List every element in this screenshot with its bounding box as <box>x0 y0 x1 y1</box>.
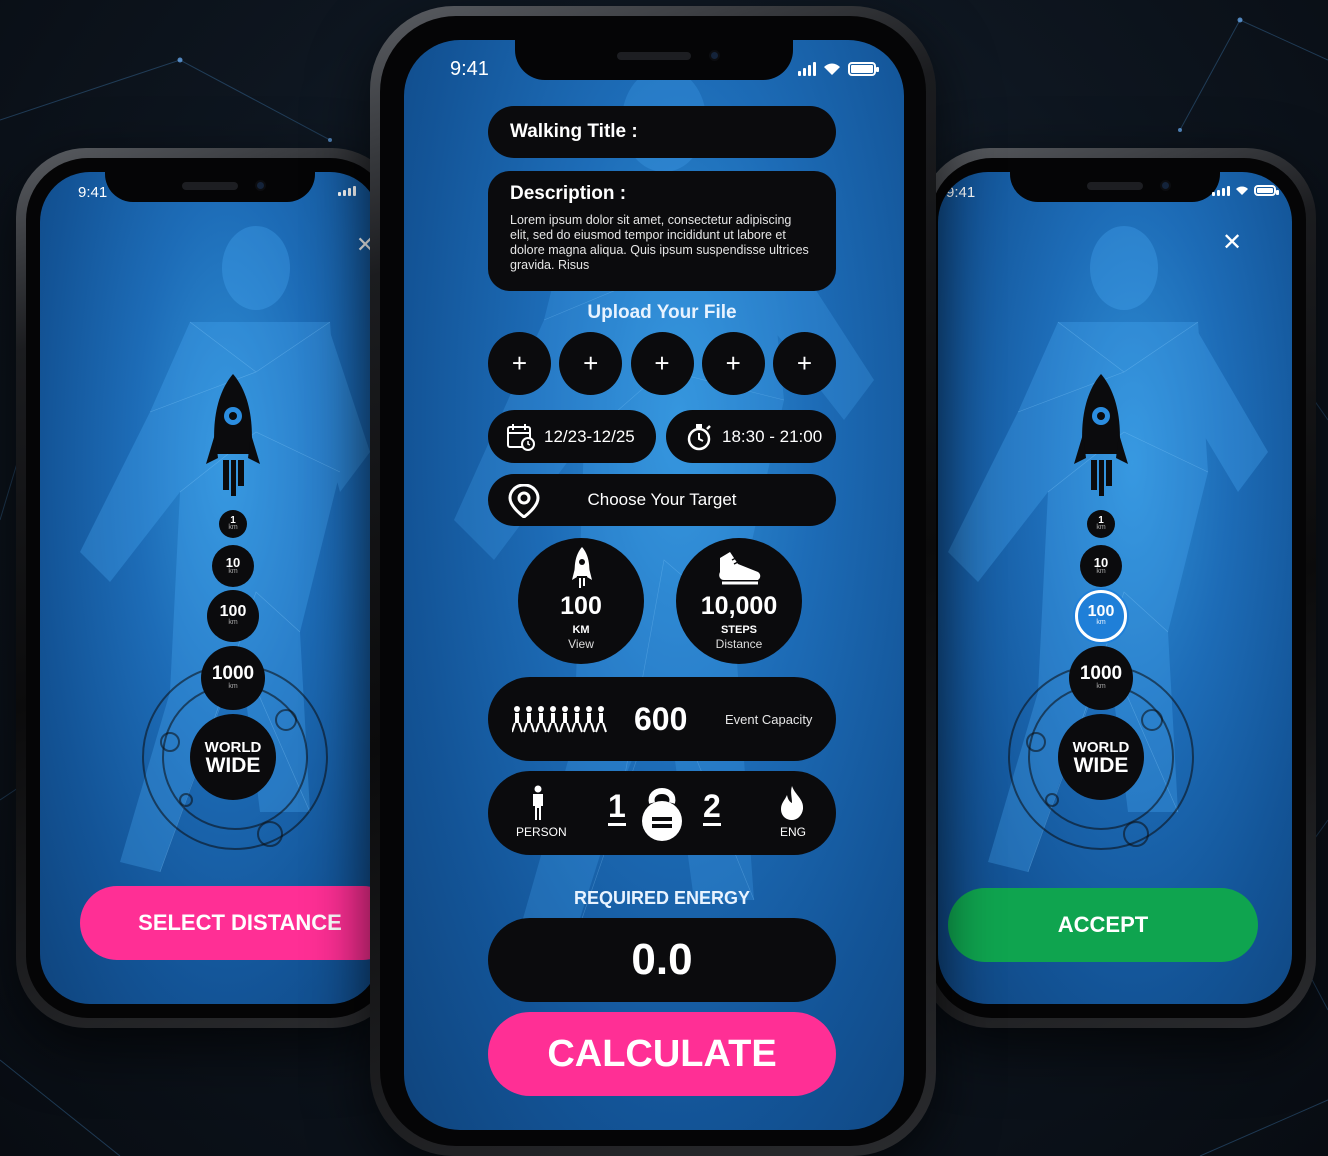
notch <box>1010 172 1220 202</box>
walking-title-field[interactable]: Walking Title : <box>488 106 836 158</box>
status-time: 9:41 <box>450 58 489 80</box>
battery-icon <box>848 62 879 76</box>
steps-stat-caption: Distance <box>715 637 763 651</box>
rocket-icon <box>572 547 592 588</box>
wide-label: WIDE <box>205 754 261 777</box>
rocket-icon <box>206 374 260 496</box>
distance-unit: km <box>228 568 238 575</box>
center-phone: 9:41 Walking Title : Description : Lorem… <box>370 6 936 1156</box>
signal-icon <box>1212 185 1230 196</box>
distance-10km[interactable]: 10 km <box>212 545 254 587</box>
distance-unit: km <box>1096 524 1106 531</box>
choose-target-field[interactable]: Choose Your Target <box>488 474 836 526</box>
center-screen: 9:41 Walking Title : Description : Lorem… <box>404 40 904 1130</box>
left-phone: 9:41 ✕ 1 km 10 km 100 km 1000 km WORLD W… <box>16 148 402 1028</box>
level-left-number[interactable]: 1 <box>608 789 626 826</box>
distance-stat-value: 100 <box>560 592 602 620</box>
kettlebell-icon <box>642 788 682 841</box>
accept-button[interactable]: ACCEPT <box>948 888 1258 962</box>
distance-100km-selected[interactable]: 100 km <box>1075 590 1127 642</box>
sneaker-icon <box>719 552 761 585</box>
level-right-number[interactable]: 2 <box>703 789 721 826</box>
distance-1km[interactable]: 1 km <box>1087 510 1115 538</box>
distance-unit: km <box>1096 619 1106 626</box>
notch <box>105 172 315 202</box>
person-icon <box>533 785 543 820</box>
capacity-value: 600 <box>634 701 688 737</box>
distance-100km[interactable]: 100 km <box>207 590 259 642</box>
notch <box>515 40 793 80</box>
status-icons <box>338 186 356 196</box>
calculate-button[interactable]: CALCULATE <box>488 1012 836 1096</box>
battery-icon <box>1254 185 1279 196</box>
steps-stat-unit: STEPS <box>720 624 758 636</box>
level-selector[interactable]: PERSON 1 2 ENG <box>488 771 836 855</box>
status-time: 9:41 <box>946 184 976 201</box>
description-label: Description : <box>510 183 627 204</box>
person-label: PERSON <box>516 825 567 839</box>
upload-slot-2[interactable]: + <box>559 332 623 395</box>
world-wide-option[interactable]: WORLD WIDE <box>190 714 276 800</box>
runner-figure <box>948 226 1268 873</box>
right-screen: 9:41 ✕ 1 km 10 km 100 km 1000 km WORLD W… <box>938 172 1292 1004</box>
wifi-icon <box>1236 186 1248 195</box>
target-label: Choose Your Target <box>587 490 737 509</box>
distance-1000km[interactable]: 1000 km <box>1069 646 1133 710</box>
upload-slot-5[interactable]: + <box>773 332 836 395</box>
distance-stat[interactable]: 100 KM View <box>518 538 644 664</box>
signal-icon <box>798 62 816 76</box>
upload-title: Upload Your File <box>587 302 737 323</box>
date-range-value: 12/23-12/25 <box>544 426 635 446</box>
runner-figure <box>80 226 370 873</box>
rocket-icon <box>1074 374 1128 496</box>
date-range-picker[interactable]: 12/23-12/25 <box>488 410 656 463</box>
left-screen: 9:41 ✕ 1 km 10 km 100 km 1000 km WORLD W… <box>40 172 380 1004</box>
world-wide-option[interactable]: WORLD WIDE <box>1058 714 1144 800</box>
distance-1000km[interactable]: 1000 km <box>201 646 265 710</box>
distance-unit: km <box>228 683 238 690</box>
energy-value-display: 0.0 <box>488 918 836 1002</box>
energy-level-label: ENG <box>780 825 807 839</box>
description-field[interactable]: Description : Lorem ipsum dolor sit amet… <box>488 171 836 291</box>
select-distance-button[interactable]: SELECT DISTANCE <box>80 886 380 960</box>
distance-stat-unit: KM <box>572 624 590 636</box>
stopwatch-icon <box>687 423 711 450</box>
upload-slot-3[interactable]: + <box>630 332 694 395</box>
time-range-picker[interactable]: 18:30 - 21:00 <box>666 410 836 463</box>
flame-icon <box>781 786 804 820</box>
event-capacity-field[interactable]: 600 Event Capacity <box>488 677 836 761</box>
required-energy-label: REQUIRED ENERGY <box>573 888 751 908</box>
status-time: 9:41 <box>78 184 108 201</box>
crowd-icon <box>512 706 607 733</box>
status-icons <box>1212 185 1279 196</box>
distance-1km[interactable]: 1 km <box>219 510 247 538</box>
steps-stat[interactable]: 10,000 STEPS Distance <box>676 538 802 664</box>
wide-label: WIDE <box>1073 754 1129 777</box>
distance-value: 1000 <box>211 663 255 684</box>
time-range-value: 18:30 - 21:00 <box>722 426 823 446</box>
distance-unit: km <box>228 619 238 626</box>
upload-slot-4[interactable]: + <box>701 332 765 395</box>
distance-unit: km <box>228 524 238 531</box>
right-phone: 9:41 ✕ 1 km 10 km 100 km 1000 km WORLD W… <box>920 148 1316 1028</box>
wifi-icon <box>824 63 840 75</box>
energy-value: 0.0 <box>631 935 693 984</box>
steps-stat-value: 10,000 <box>700 592 778 620</box>
upload-slot-1[interactable]: + <box>488 332 551 395</box>
signal-icon <box>338 186 356 196</box>
status-icons <box>798 62 879 76</box>
close-icon[interactable]: ✕ <box>1222 228 1242 257</box>
description-text: Lorem ipsum dolor sit amet, consectetur … <box>510 213 809 272</box>
upload-buttons: + + + + + <box>488 332 836 395</box>
walking-title-label: Walking Title : <box>510 121 638 142</box>
calendar-icon <box>507 423 535 451</box>
distance-stat-caption: View <box>568 637 594 651</box>
capacity-label: Event Capacity <box>725 712 813 727</box>
distance-10km[interactable]: 10 km <box>1080 545 1122 587</box>
distance-value: 1000 <box>1079 663 1123 684</box>
distance-unit: km <box>1096 683 1106 690</box>
distance-unit: km <box>1096 568 1106 575</box>
